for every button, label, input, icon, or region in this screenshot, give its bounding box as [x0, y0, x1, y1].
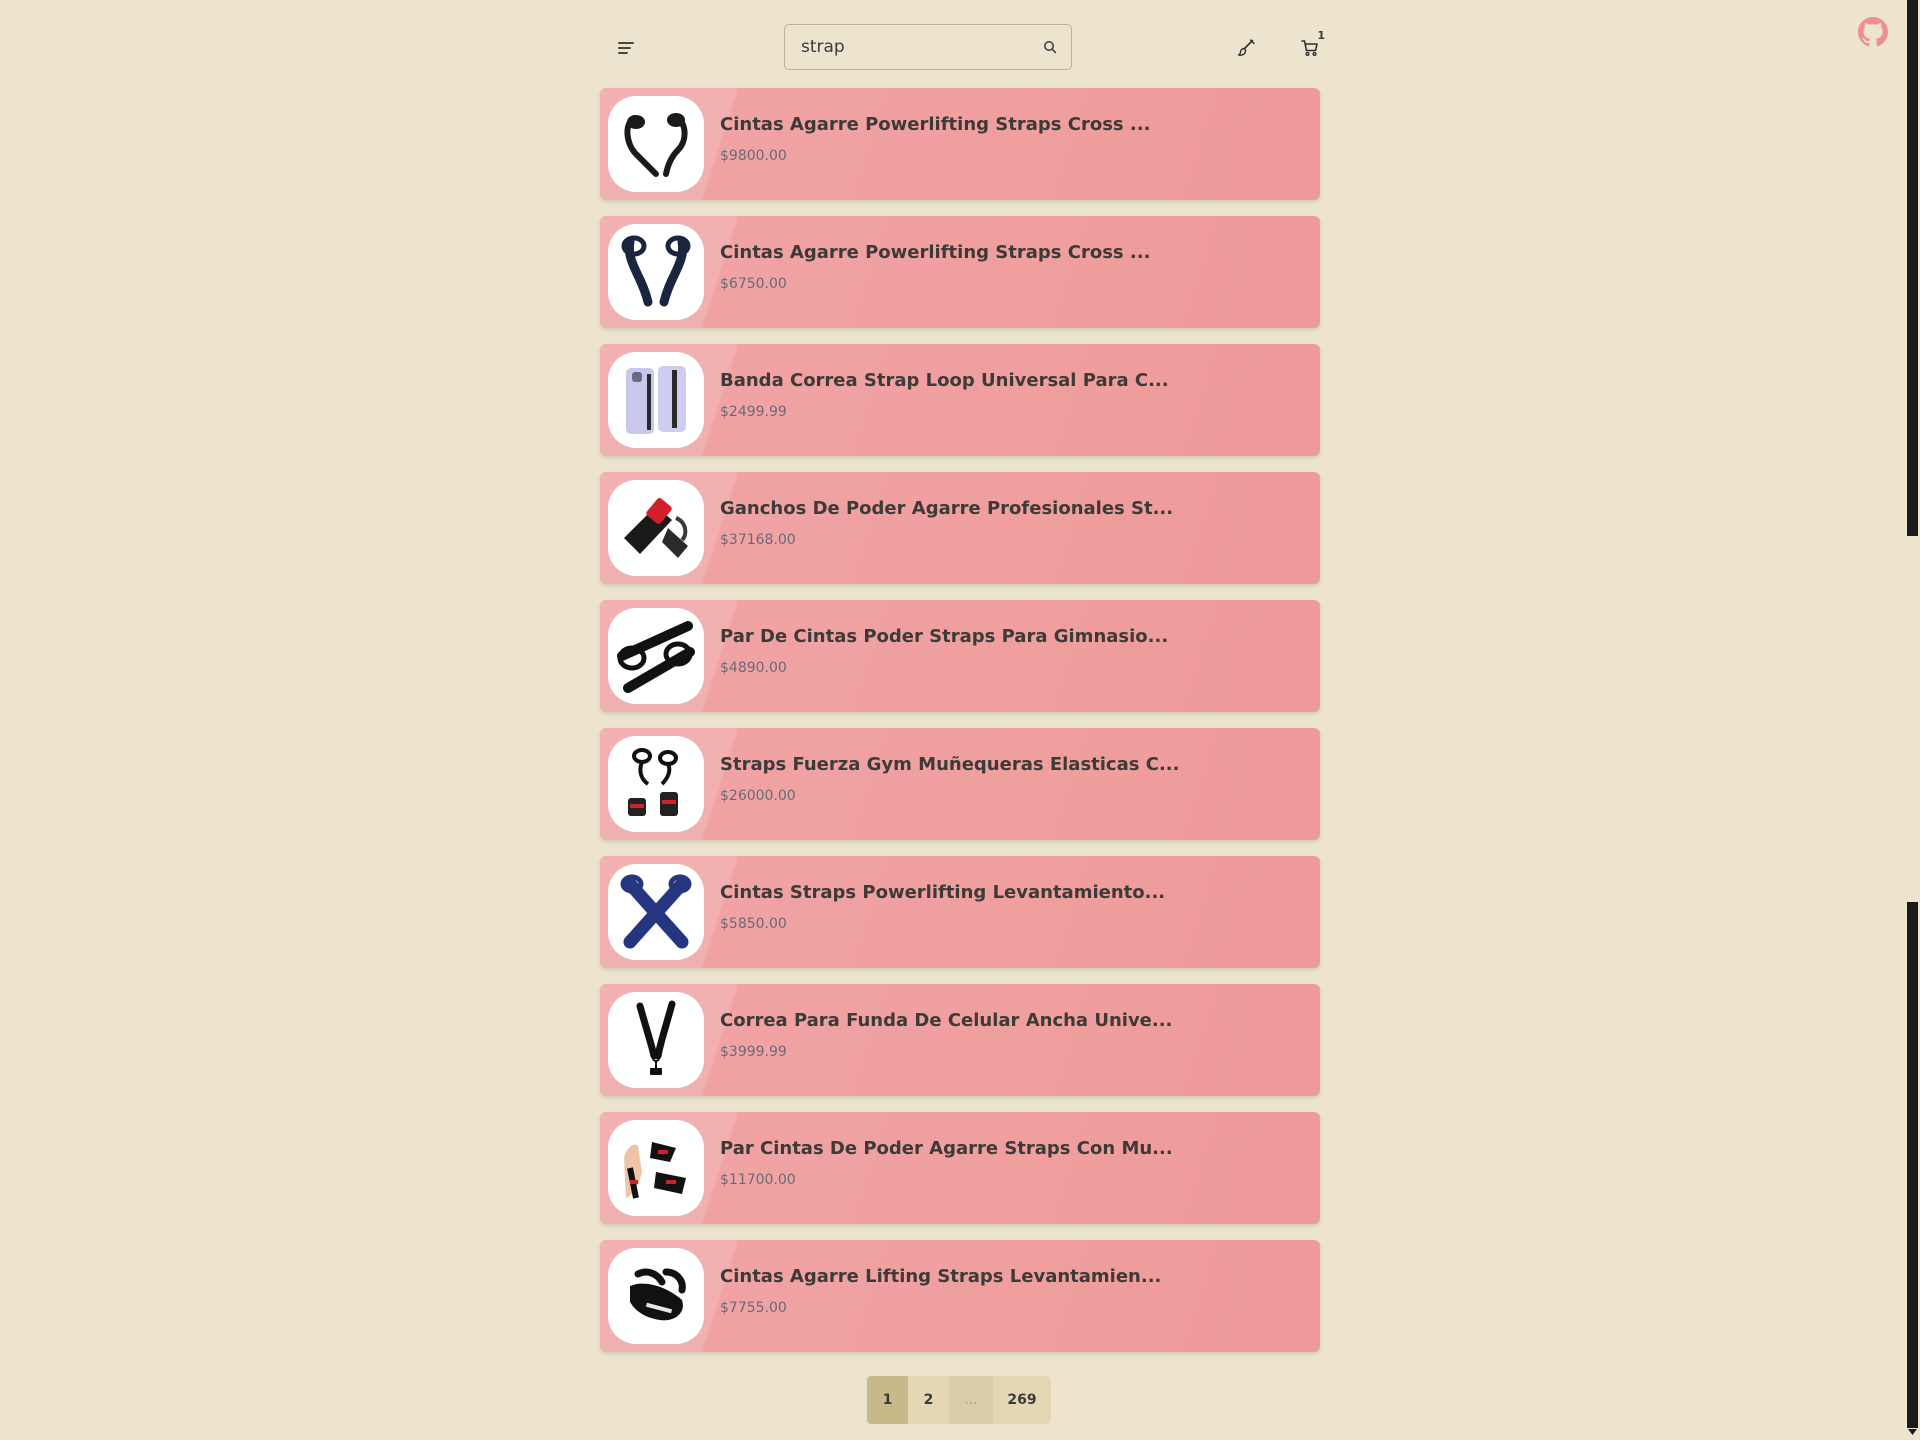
product-name: Par Cintas De Poder Agarre Straps Con Mu… — [720, 1138, 1173, 1159]
product-price: $4890.00 — [720, 660, 787, 676]
paintbrush-icon[interactable] — [1230, 32, 1262, 64]
product-card[interactable]: Par De Cintas Poder Straps Para Gimnasio… — [600, 600, 1320, 712]
product-price: $6750.00 — [720, 276, 787, 292]
scrollbar[interactable] — [1905, 0, 1920, 1440]
product-image — [608, 480, 704, 576]
product-card[interactable]: Ganchos De Poder Agarre Profesionales St… — [600, 472, 1320, 584]
product-image — [608, 224, 704, 320]
pagination: 1 2 ... 269 — [867, 1376, 1051, 1424]
product-price: $5850.00 — [720, 916, 787, 932]
product-name: Cintas Agarre Powerlifting Straps Cross … — [720, 242, 1151, 263]
product-image — [608, 96, 704, 192]
scrollbar-thumb[interactable] — [1907, 0, 1918, 536]
scrollbar-thumb-lower[interactable] — [1907, 902, 1918, 1428]
github-icon[interactable] — [1857, 16, 1889, 48]
cart-count-badge: 1 — [1317, 29, 1325, 42]
product-name: Cintas Straps Powerlifting Levantamiento… — [720, 882, 1166, 903]
product-image — [608, 1248, 704, 1344]
product-name: Cintas Agarre Powerlifting Straps Cross … — [720, 114, 1151, 135]
product-image — [608, 992, 704, 1088]
product-card[interactable]: Cintas Agarre Powerlifting Straps Cross … — [600, 88, 1320, 200]
product-price: $7755.00 — [720, 1300, 787, 1316]
search-icon[interactable] — [1041, 38, 1059, 56]
page-ellipsis: ... — [949, 1376, 993, 1424]
product-price: $9800.00 — [720, 148, 787, 164]
cart-button[interactable]: 1 — [1294, 29, 1326, 64]
page-button-current[interactable]: 1 — [867, 1376, 908, 1424]
product-card[interactable]: Cintas Agarre Powerlifting Straps Cross … — [600, 216, 1320, 328]
product-image — [608, 736, 704, 832]
page-button-last[interactable]: 269 — [993, 1376, 1051, 1424]
product-name: Ganchos De Poder Agarre Profesionales St… — [720, 498, 1174, 519]
product-name: Banda Correa Strap Loop Universal Para C… — [720, 370, 1169, 391]
menu-icon[interactable] — [610, 32, 642, 64]
product-price: $37168.00 — [720, 532, 796, 548]
product-card[interactable]: Cintas Straps Powerlifting Levantamiento… — [600, 856, 1320, 968]
product-price: $26000.00 — [720, 788, 796, 804]
product-price: $11700.00 — [720, 1172, 796, 1188]
top-bar: 1 — [600, 22, 1325, 74]
page-button[interactable]: 2 — [908, 1376, 949, 1424]
search-box — [784, 24, 1072, 70]
product-card[interactable]: Cintas Agarre Lifting Straps Levantamien… — [600, 1240, 1320, 1352]
product-card[interactable]: Correa Para Funda De Celular Ancha Unive… — [600, 984, 1320, 1096]
product-name: Correa Para Funda De Celular Ancha Unive… — [720, 1010, 1173, 1031]
product-image — [608, 608, 704, 704]
search-input[interactable] — [785, 25, 1025, 69]
product-image — [608, 1120, 704, 1216]
product-name: Par De Cintas Poder Straps Para Gimnasio… — [720, 626, 1169, 647]
product-price: $3999.99 — [720, 1044, 787, 1060]
scroll-down-arrow-icon[interactable] — [1908, 1428, 1917, 1437]
product-name: Straps Fuerza Gym Muñequeras Elasticas C… — [720, 754, 1180, 775]
product-card[interactable]: Straps Fuerza Gym Muñequeras Elasticas C… — [600, 728, 1320, 840]
product-name: Cintas Agarre Lifting Straps Levantamien… — [720, 1266, 1162, 1287]
product-list: Cintas Agarre Powerlifting Straps Cross … — [600, 88, 1320, 1368]
product-card[interactable]: Banda Correa Strap Loop Universal Para C… — [600, 344, 1320, 456]
product-image — [608, 864, 704, 960]
product-card[interactable]: Par Cintas De Poder Agarre Straps Con Mu… — [600, 1112, 1320, 1224]
product-image — [608, 352, 704, 448]
product-price: $2499.99 — [720, 404, 787, 420]
